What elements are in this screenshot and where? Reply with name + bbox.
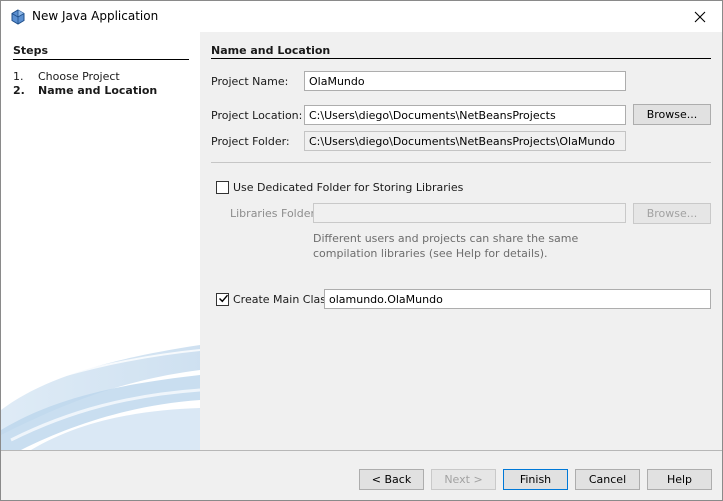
- dedicated-folder-checkbox[interactable]: [216, 181, 229, 194]
- name-and-location-panel: Name and Location Project Name: OlaMundo…: [200, 32, 722, 450]
- back-button[interactable]: < Back: [359, 469, 424, 490]
- checkmark-icon: [219, 294, 229, 303]
- create-main-class-label[interactable]: Create Main Class: [233, 293, 332, 306]
- libraries-help-text: Different users and projects can share t…: [313, 232, 579, 260]
- main-class-field[interactable]: olamundo.OlaMundo: [324, 289, 711, 309]
- steps-sidebar: Steps 1. Choose Project 2. Name and Locati…: [1, 32, 200, 450]
- java-cup-icon: [10, 9, 26, 25]
- next-button: Next >: [431, 469, 496, 490]
- cancel-button[interactable]: Cancel: [575, 469, 640, 490]
- browse-location-button[interactable]: Browse...: [633, 104, 711, 125]
- project-folder-label: Project Folder:: [211, 135, 290, 148]
- close-icon[interactable]: [678, 1, 722, 32]
- section-divider: [211, 58, 711, 59]
- project-folder-field: C:\Users\diego\Documents\NetBeansProject…: [304, 131, 626, 151]
- project-location-field[interactable]: C:\Users\diego\Documents\NetBeansProject…: [304, 105, 626, 125]
- separator: [211, 162, 711, 163]
- section-title: Name and Location: [211, 44, 331, 57]
- step-label: Choose Project: [38, 70, 120, 83]
- new-java-application-dialog: New Java Application Steps 1. Choose Proj…: [0, 0, 723, 501]
- steps-divider: [13, 59, 189, 60]
- libraries-folder-label: Libraries Folder:: [230, 207, 319, 220]
- dialog-footer: < Back Next > Finish Cancel Help: [1, 450, 722, 500]
- create-main-class-checkbox[interactable]: [216, 293, 229, 306]
- libraries-folder-field: [313, 203, 626, 223]
- browse-libraries-button: Browse...: [633, 203, 711, 224]
- steps-title: Steps: [13, 44, 49, 57]
- dedicated-folder-label[interactable]: Use Dedicated Folder for Storing Librari…: [233, 181, 463, 194]
- finish-button[interactable]: Finish: [503, 469, 568, 490]
- step-name-and-location: 2. Name and Location: [13, 84, 157, 97]
- step-label: Name and Location: [38, 84, 158, 97]
- title-bar[interactable]: New Java Application: [1, 1, 722, 32]
- project-name-label: Project Name:: [211, 75, 289, 88]
- netbeans-swoosh-graphic: [1, 345, 200, 450]
- step-choose-project: 1. Choose Project: [13, 70, 120, 83]
- window-title: New Java Application: [32, 9, 159, 23]
- help-button[interactable]: Help: [647, 469, 712, 490]
- project-location-label: Project Location:: [211, 109, 303, 122]
- step-number: 1.: [13, 70, 24, 83]
- project-name-field[interactable]: OlaMundo: [304, 71, 626, 91]
- step-number: 2.: [13, 84, 25, 97]
